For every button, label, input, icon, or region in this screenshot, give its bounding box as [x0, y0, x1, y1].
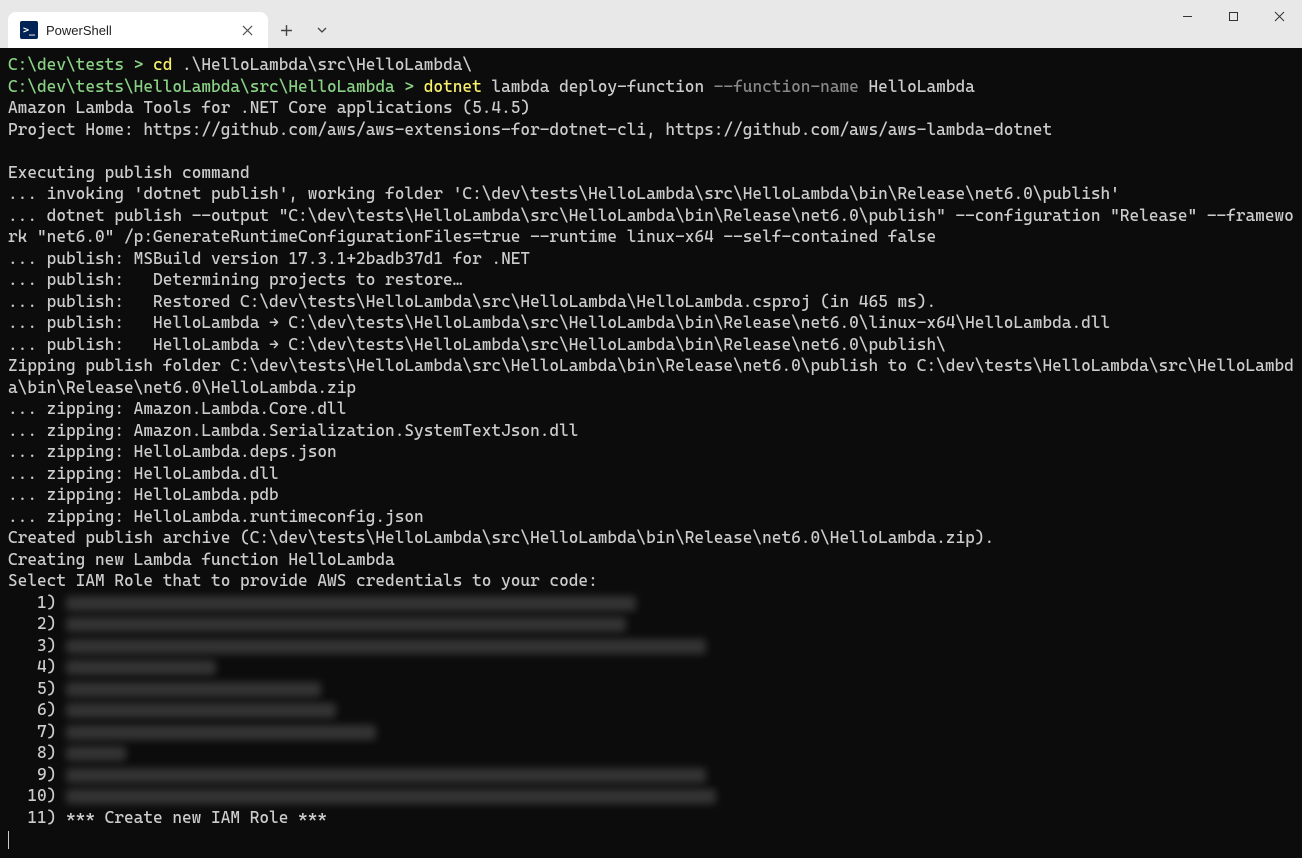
output-line: ... zipping: HelloLambda.deps.json — [8, 442, 337, 461]
iam-role-option[interactable]: 1) — [8, 592, 1294, 614]
tab-dropdown-button[interactable] — [304, 12, 340, 48]
maximize-button[interactable] — [1210, 0, 1256, 32]
new-tab-button[interactable] — [268, 12, 304, 48]
redacted-role-name — [66, 617, 626, 632]
output-line: ... publish: HelloLambda → C:\dev\tests\… — [8, 335, 946, 354]
iam-role-option[interactable]: 10) — [8, 785, 1294, 807]
iam-role-list: 1) 2) 3) 4) 5) 6) 7) 8) 9) 10) 11) *** C… — [8, 592, 1294, 829]
iam-role-option[interactable]: 6) — [8, 699, 1294, 721]
terminal-output[interactable]: C:\dev\tests > cd .\HelloLambda\src\Hell… — [0, 48, 1302, 858]
command-sub: lambda deploy-function — [491, 77, 713, 96]
output-line: Project Home: https://github.com/aws/aws… — [8, 120, 1052, 139]
iam-role-option[interactable]: 2) — [8, 613, 1294, 635]
command-cd: cd — [153, 55, 182, 74]
prompt-caret: > — [404, 77, 423, 96]
minimize-button[interactable] — [1164, 0, 1210, 32]
output-line: Executing publish command — [8, 163, 250, 182]
powershell-icon: >_ — [20, 21, 38, 39]
prompt-path: C:\dev\tests — [8, 55, 134, 74]
redacted-role-name — [66, 639, 706, 654]
output-line: ... publish: HelloLambda → C:\dev\tests\… — [8, 313, 1110, 332]
role-number: 4) — [8, 656, 56, 678]
role-number: 3) — [8, 635, 56, 657]
role-number: 5) — [8, 678, 56, 700]
window-controls — [1164, 0, 1302, 40]
close-button[interactable] — [1256, 0, 1302, 32]
output-line: Select IAM Role that to provide AWS cred… — [8, 571, 598, 590]
output-line: Creating new Lambda function HelloLambda — [8, 550, 395, 569]
terminal-cursor — [8, 831, 9, 849]
tab-title: PowerShell — [46, 23, 230, 38]
output-line: ... zipping: HelloLambda.pdb — [8, 485, 279, 504]
role-number: 9) — [8, 764, 56, 786]
output-line: ... dotnet publish --output "C:\dev\test… — [8, 206, 1294, 247]
output-line: ... zipping: HelloLambda.runtimeconfig.j… — [8, 507, 424, 526]
output-line: ... publish: Restored C:\dev\tests\Hello… — [8, 292, 936, 311]
role-number: 10) — [8, 785, 56, 807]
command-dotnet: dotnet — [424, 77, 492, 96]
iam-role-option[interactable]: 9) — [8, 764, 1294, 786]
output-line: ... zipping: HelloLambda.dll — [8, 464, 279, 483]
output-line: Amazon Lambda Tools for .NET Core applic… — [8, 98, 530, 117]
redacted-role-name — [66, 725, 376, 740]
tab-close-button[interactable] — [238, 21, 256, 39]
output-line: Created publish archive (C:\dev\tests\He… — [8, 528, 994, 547]
redacted-role-name — [66, 789, 716, 804]
output-line: ... zipping: Amazon.Lambda.Core.dll — [8, 399, 346, 418]
iam-role-option[interactable]: 8) — [8, 742, 1294, 764]
role-number: 7) — [8, 721, 56, 743]
role-number: 6) — [8, 699, 56, 721]
output-line: ... zipping: Amazon.Lambda.Serialization… — [8, 421, 578, 440]
redacted-role-name — [66, 768, 706, 783]
tabs-area: >_ PowerShell — [8, 0, 1294, 48]
role-number: 11) — [8, 807, 56, 829]
output-line: ... publish: MSBuild version 17.3.1+2bad… — [8, 249, 530, 268]
command-val: HelloLambda — [868, 77, 974, 96]
prompt-caret: > — [134, 55, 153, 74]
redacted-role-name — [66, 660, 216, 675]
output-line: ... publish: Determining projects to res… — [8, 270, 462, 289]
role-number: 1) — [8, 592, 56, 614]
output-line: Zipping publish folder C:\dev\tests\Hell… — [8, 356, 1294, 397]
prompt-path: C:\dev\tests\HelloLambda\src\HelloLambda — [8, 77, 404, 96]
iam-role-option[interactable]: 3) — [8, 635, 1294, 657]
redacted-role-name — [66, 682, 321, 697]
command-flag: --function-name — [714, 77, 869, 96]
redacted-role-name — [66, 703, 336, 718]
iam-role-option[interactable]: 4) — [8, 656, 1294, 678]
role-number: 2) — [8, 613, 56, 635]
iam-role-option[interactable]: 7) — [8, 721, 1294, 743]
tab-powershell[interactable]: >_ PowerShell — [8, 12, 268, 48]
command-arg: .\HelloLambda\src\HelloLambda\ — [182, 55, 472, 74]
role-label: *** Create new IAM Role *** — [66, 808, 327, 827]
redacted-role-name — [66, 596, 636, 611]
iam-role-option[interactable]: 11) *** Create new IAM Role *** — [8, 807, 1294, 829]
role-number: 8) — [8, 742, 56, 764]
redacted-role-name — [66, 746, 126, 761]
output-line: ... invoking 'dotnet publish', working f… — [8, 184, 1120, 203]
title-bar: >_ PowerShell — [0, 0, 1302, 48]
iam-role-option[interactable]: 5) — [8, 678, 1294, 700]
